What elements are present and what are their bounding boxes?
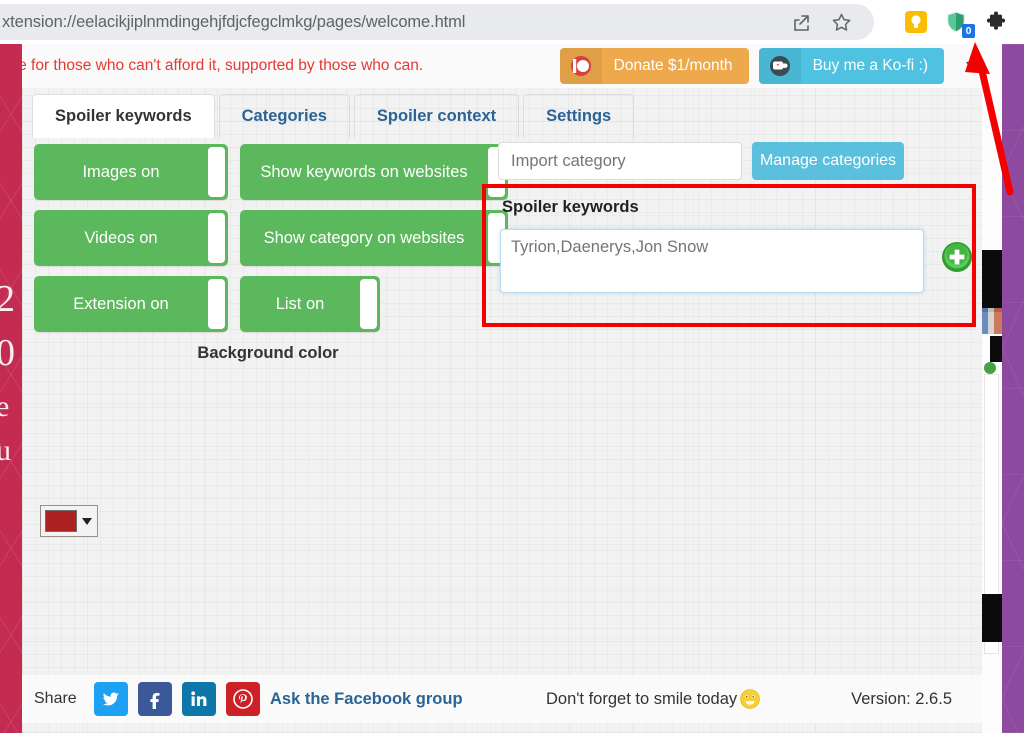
toggle-column-right: Show keywords on websites Show category …	[240, 144, 508, 332]
toggle-label: Extension on	[73, 294, 169, 313]
tab-label: Spoiler keywords	[55, 107, 192, 125]
donation-banner: free for those who can't afford it, supp…	[22, 44, 984, 88]
toggle-knob	[208, 147, 225, 197]
extensions-puzzle-icon[interactable]	[982, 8, 1010, 36]
shield-extension-icon[interactable]: 0	[942, 8, 975, 38]
kofi-button[interactable]: Buy me a Ko-fi :)	[758, 48, 944, 84]
toggle-column-left: Images on Videos on Extension on	[34, 144, 228, 332]
ghost-char-2: e	[0, 390, 10, 423]
chevron-down-icon	[82, 517, 92, 525]
toggle-extension-on[interactable]: Extension on	[34, 276, 228, 332]
kofi-label: Buy me a Ko-fi :)	[812, 57, 928, 74]
color-swatch	[45, 510, 77, 532]
tab-spoiler-keywords[interactable]: Spoiler keywords	[32, 94, 215, 138]
omnibox-actions	[790, 4, 852, 40]
tab-bar: Spoiler keywords Categories Spoiler cont…	[22, 90, 984, 138]
page-background-crimson-strip: 2 0 e u	[0, 44, 22, 733]
banner-buttons: Donate $1/month Buy me a Ko-fi :)	[559, 48, 944, 84]
ghost-char-0: 2	[0, 278, 15, 320]
donate-label: Donate $1/month	[613, 57, 733, 74]
tab-label: Categories	[241, 107, 327, 125]
pinterest-icon[interactable]	[226, 682, 260, 716]
facebook-icon[interactable]	[138, 682, 172, 716]
tab-spoiler-context[interactable]: Spoiler context	[353, 94, 520, 138]
toggle-label: Show category on websites	[263, 228, 465, 247]
spoiler-keywords-title: Spoiler keywords	[502, 198, 639, 216]
toggle-grid: Images on Videos on Extension on Show ke…	[34, 144, 508, 332]
twitter-icon[interactable]	[94, 682, 128, 716]
donate-button[interactable]: Donate $1/month	[559, 48, 749, 84]
extension-welcome-page: free for those who can't afford it, supp…	[22, 44, 984, 733]
import-category-input[interactable]	[498, 142, 742, 180]
toggle-label: List on	[275, 294, 325, 313]
version-label: Version: 2.6.5	[851, 689, 952, 708]
lightbulb-icon[interactable]	[902, 8, 930, 36]
overlay-black-block-mid	[990, 336, 1002, 362]
toggle-videos-on[interactable]: Videos on	[34, 210, 228, 266]
smile-message: Don't forget to smile today	[546, 688, 761, 710]
tab-label: Spoiler context	[376, 107, 497, 125]
banner-overflow-button[interactable]: »	[965, 55, 976, 77]
toggle-images-on[interactable]: Images on	[34, 144, 228, 200]
smile-message-text: Don't forget to smile today	[546, 689, 738, 708]
share-icon[interactable]	[790, 11, 812, 33]
add-plus-icon[interactable]	[941, 241, 973, 273]
linkedin-icon[interactable]	[182, 682, 216, 716]
manage-categories-button[interactable]: Manage categories	[752, 142, 904, 180]
spoiler-keywords-input[interactable]	[500, 229, 924, 293]
tab-settings[interactable]: Settings	[523, 94, 635, 138]
overlay-thumbnail	[982, 308, 1002, 334]
kofi-cup-icon	[758, 48, 801, 84]
tab-categories[interactable]: Categories	[218, 94, 350, 138]
social-share-buttons	[94, 682, 260, 716]
toggle-label: Images on	[82, 162, 160, 181]
toggle-knob	[208, 213, 225, 263]
spoiler-keywords-highlight-box: Spoiler keywords	[482, 184, 976, 327]
patreon-icon	[559, 48, 602, 84]
overlay-black-block-top	[982, 250, 1002, 312]
toggle-show-keywords-on-websites[interactable]: Show keywords on websites	[240, 144, 508, 200]
toggle-label: Show keywords on websites	[260, 162, 468, 181]
tab-panel-spoiler-keywords: Images on Videos on Extension on Show ke…	[22, 138, 984, 693]
ghost-char-1: 0	[0, 332, 15, 374]
star-icon[interactable]	[830, 11, 852, 33]
smiley-face-icon	[740, 689, 760, 709]
toggle-knob	[360, 279, 377, 329]
overlay-plus-icon	[984, 362, 996, 374]
ask-facebook-group-link[interactable]: Ask the Facebook group	[270, 690, 463, 709]
address-bar[interactable]: xtension://eelacikjiplnmdingehjfdjcfegcl…	[0, 4, 874, 40]
toggle-show-category-on-websites[interactable]: Show category on websites	[240, 210, 508, 266]
ghost-char-3: u	[0, 434, 11, 467]
toggle-knob	[208, 279, 225, 329]
toggle-list-on[interactable]: List on	[240, 276, 380, 332]
share-label: Share	[34, 690, 77, 707]
banner-message: free for those who can't afford it, supp…	[22, 57, 424, 74]
screenshot-root: 2 0 e u free for those who can't afford …	[0, 0, 1024, 733]
address-bar-url: xtension://eelacikjiplnmdingehjfdjcfegcl…	[2, 12, 466, 31]
browser-toolbar: xtension://eelacikjiplnmdingehjfdjcfegcl…	[0, 0, 1024, 44]
right-side-overlay-strip	[982, 44, 1002, 733]
shield-badge-count: 0	[962, 23, 975, 38]
page-footer: Share Ask the Facebook group Don't forge…	[22, 675, 984, 723]
background-color-label: Background color	[197, 344, 339, 362]
toggle-label: Videos on	[84, 228, 158, 247]
background-color-picker[interactable]	[40, 505, 98, 537]
browser-extension-icons: 0	[894, 2, 1018, 42]
overlay-black-block-bottom	[982, 594, 1002, 642]
tab-label: Settings	[546, 107, 612, 125]
category-import-row: Manage categories	[498, 142, 904, 180]
